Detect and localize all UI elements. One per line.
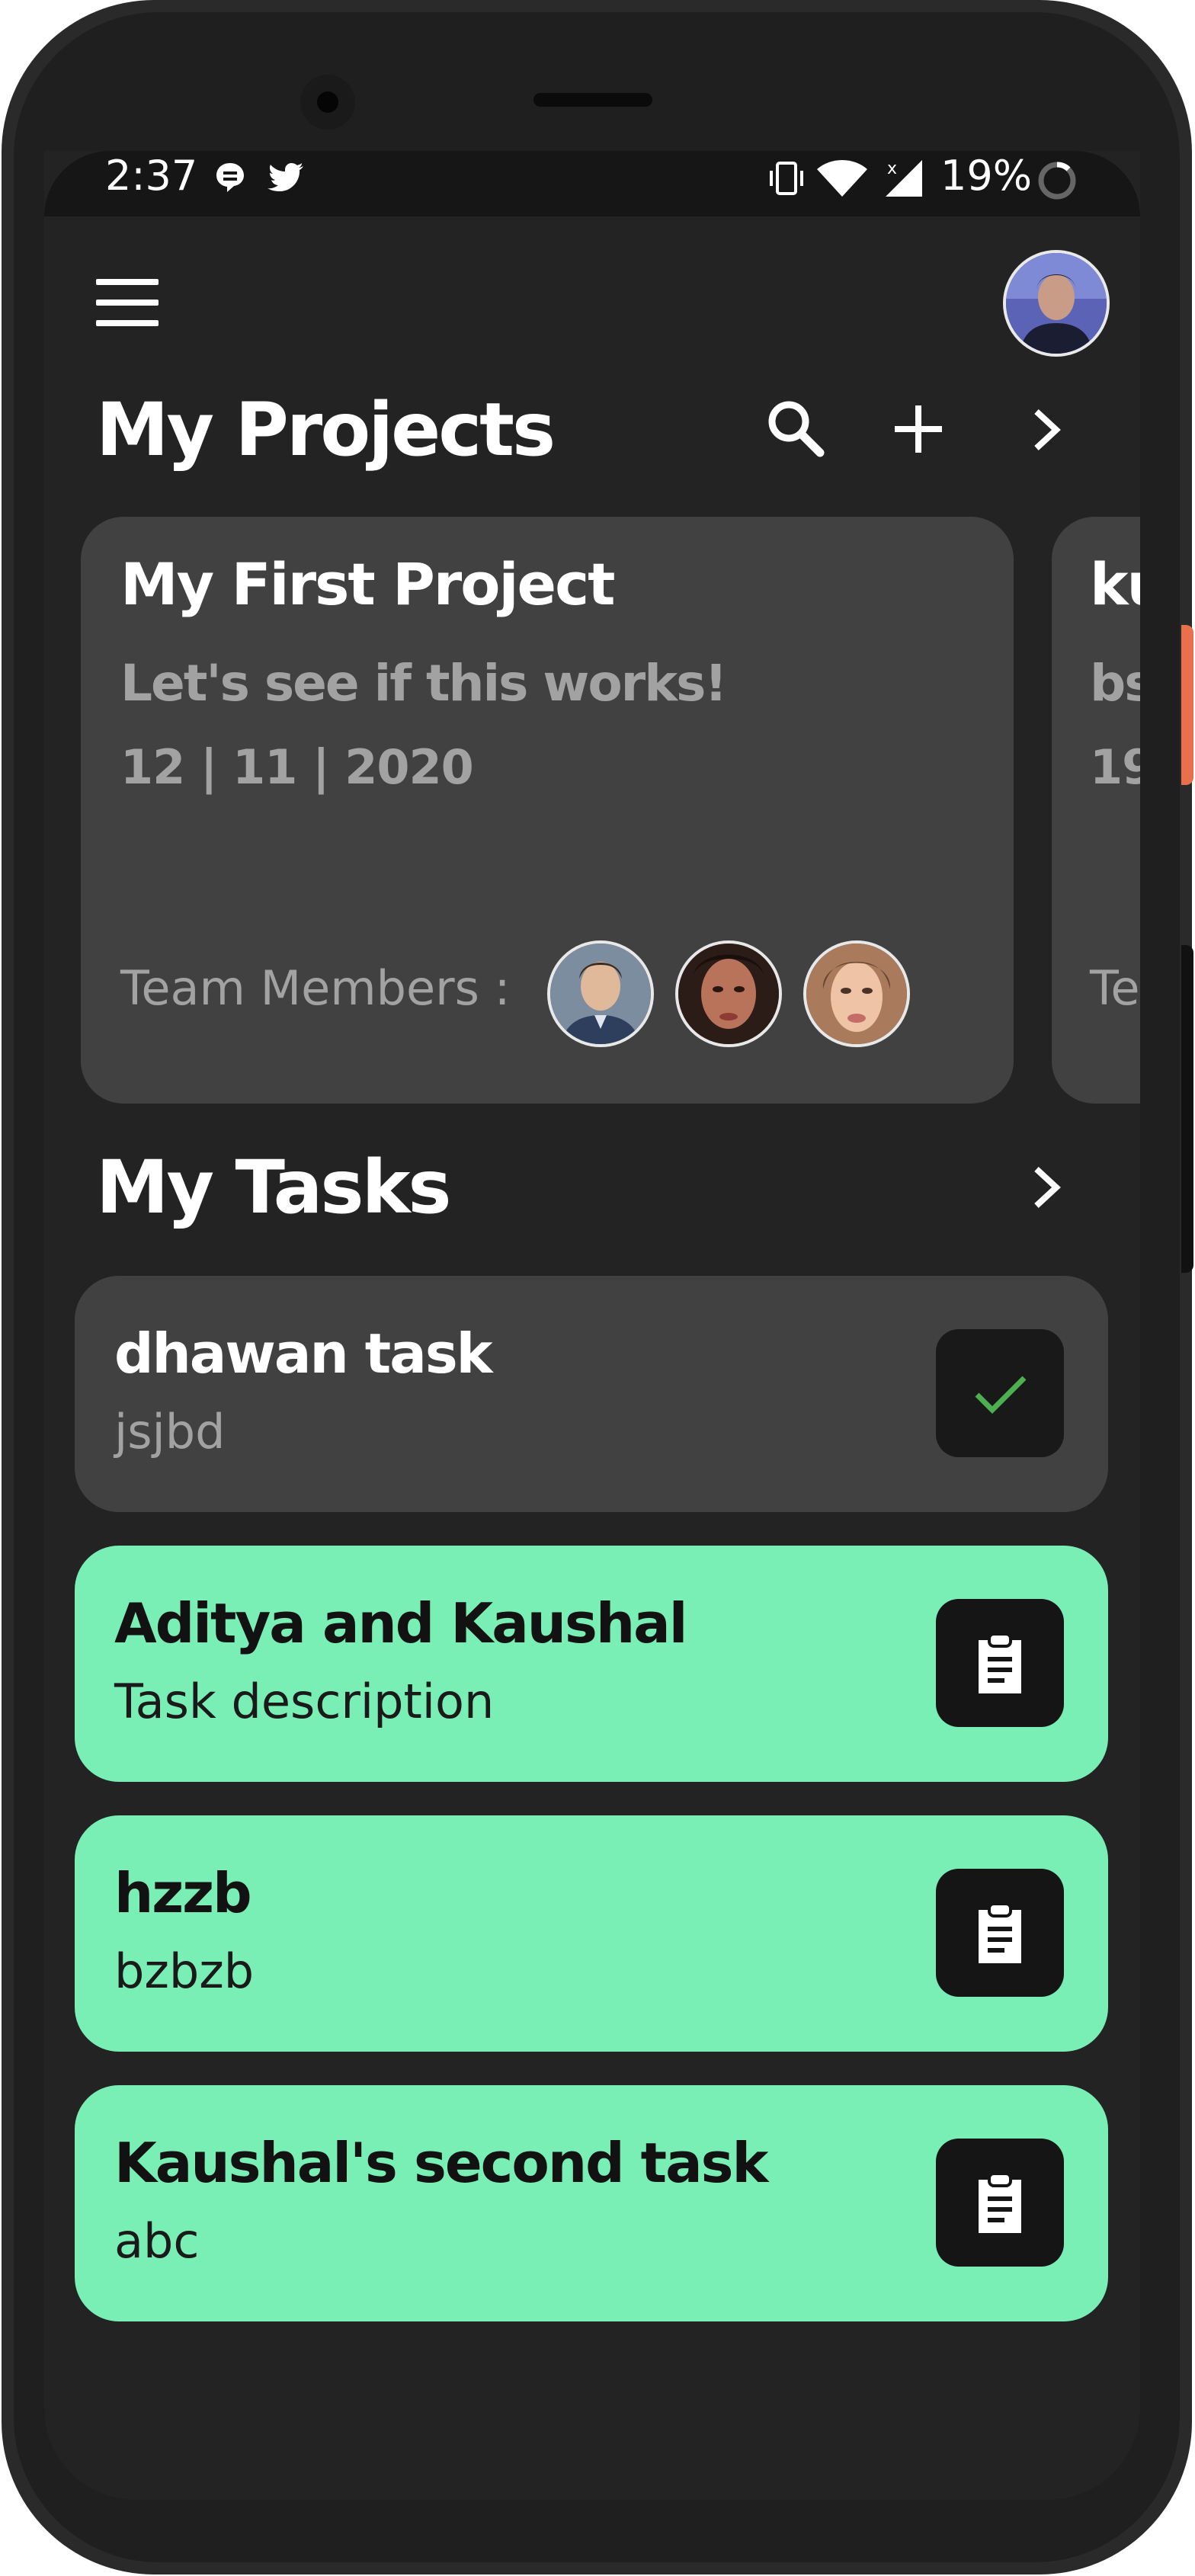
project-description: Let's see if this works! — [120, 654, 727, 713]
earpiece-speaker — [533, 93, 652, 107]
add-icon[interactable] — [892, 402, 945, 456]
task-title: Kaushal's second task — [114, 2131, 768, 2195]
team-members-label: Team Members : — [120, 960, 511, 1016]
task-status-button[interactable] — [936, 1599, 1064, 1727]
task-card[interactable]: Aditya and Kaushal Task description — [75, 1546, 1108, 1782]
clipboard-icon — [979, 2172, 1021, 2233]
front-camera — [300, 75, 355, 130]
twitter-icon — [268, 163, 303, 191]
projects-title: My Projects — [96, 387, 556, 473]
task-card[interactable]: hzzb bzbzb — [75, 1815, 1108, 2052]
hamburger-menu-icon[interactable] — [96, 279, 159, 326]
chat-bubble-icon — [216, 163, 244, 192]
project-date: 12 | 11 | 2020 — [120, 739, 474, 795]
project-card[interactable]: ku bs 19 Te — [1052, 517, 1140, 1104]
project-card[interactable]: My First Project Let's see if this works… — [81, 517, 1014, 1104]
clipboard-icon — [979, 1632, 1021, 1693]
clipboard-icon — [979, 1902, 1021, 1963]
task-description: jsjbd — [114, 1404, 226, 1459]
project-name: My First Project — [120, 550, 615, 618]
power-button — [1181, 625, 1193, 785]
search-icon[interactable] — [764, 396, 828, 460]
project-description: bs — [1090, 654, 1140, 713]
battery-ring-icon — [1038, 162, 1076, 200]
task-status-button[interactable] — [936, 2139, 1064, 2267]
task-title: Aditya and Kaushal — [114, 1591, 687, 1655]
task-title: dhawan task — [114, 1322, 493, 1386]
task-description: bzbzb — [114, 1943, 255, 1999]
team-members-label: Te — [1090, 960, 1140, 1016]
task-title: hzzb — [114, 1861, 252, 1925]
signal-icon: x — [886, 159, 922, 197]
battery-percent: 19% — [940, 152, 1033, 200]
chevron-right-icon[interactable] — [1030, 1165, 1064, 1210]
svg-text:x: x — [887, 159, 897, 178]
user-avatar[interactable] — [1003, 250, 1110, 357]
task-description: abc — [114, 2213, 200, 2269]
status-bar: 2:37 x 19% — [44, 151, 1140, 216]
chevron-right-icon[interactable] — [1030, 407, 1064, 453]
check-icon — [975, 1376, 1027, 1414]
app-screen: 2:37 x 19% My Projects My First Project … — [44, 151, 1140, 2500]
task-card-completed[interactable]: dhawan task jsjbd — [75, 1276, 1108, 1512]
project-date: 19 — [1090, 739, 1140, 795]
project-name: ku — [1090, 550, 1140, 618]
member-avatar-1 — [547, 940, 654, 1047]
wifi-icon — [817, 160, 867, 197]
status-time: 2:37 — [105, 152, 198, 200]
tasks-title: My Tasks — [96, 1145, 452, 1230]
task-description: Task description — [114, 1674, 495, 1729]
member-avatar-2 — [675, 940, 782, 1047]
task-complete-toggle[interactable] — [936, 1329, 1064, 1457]
vibrate-icon — [770, 162, 803, 195]
task-card[interactable]: Kaushal's second task abc — [75, 2085, 1108, 2321]
member-avatar-3 — [803, 940, 910, 1047]
task-status-button[interactable] — [936, 1869, 1064, 1997]
volume-button — [1181, 945, 1193, 1273]
